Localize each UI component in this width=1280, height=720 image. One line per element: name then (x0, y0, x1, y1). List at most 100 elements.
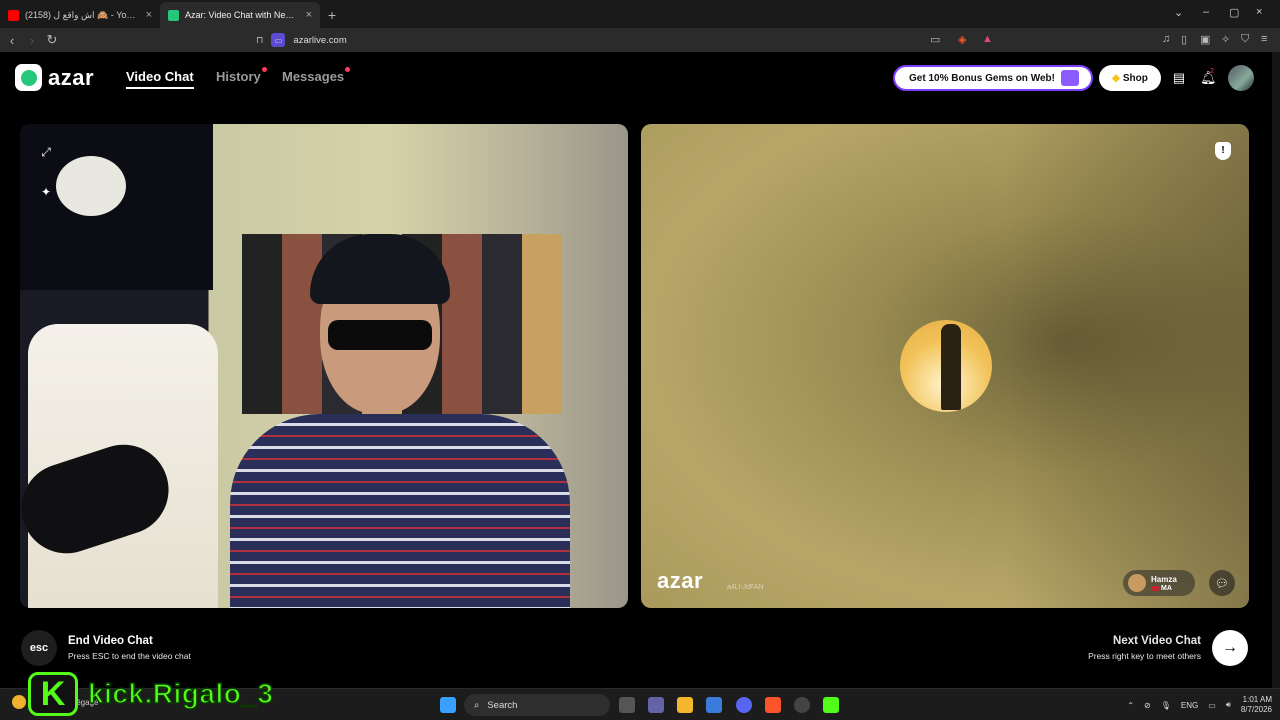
logo-text: azar (48, 64, 95, 90)
scrollbar[interactable] (1272, 52, 1280, 688)
end-chat-title: End Video Chat (68, 635, 153, 647)
cap (310, 234, 450, 304)
wallet-icon[interactable]: ▣ (1200, 33, 1210, 46)
nav-history[interactable]: History (216, 67, 267, 84)
url-field[interactable]: ⊓ ▭ azarlive.com (256, 30, 1000, 50)
arrow-right-icon: → (1222, 639, 1238, 656)
teams-icon[interactable] (648, 697, 664, 713)
shop-button[interactable]: ◆ Shop (1099, 65, 1161, 91)
next-chat-hint: Press right key to meet others (1088, 651, 1201, 661)
report-icon[interactable]: ! (1215, 142, 1231, 160)
partner-video-panel: ! azar a4Ll-JdFAN Hamza MA 💬︎ (641, 124, 1249, 608)
new-tab-button[interactable]: + (320, 2, 344, 28)
media-icon[interactable]: ♫ (1162, 33, 1170, 45)
address-bar: ‹ › ↻ ⊓ ▭ azarlive.com ▭ ◈ ▲ ♫ ▯ ▣ ✧ ⛉ ≡ (0, 28, 1280, 52)
tab-title: Azar: Video Chat with New People (185, 10, 300, 20)
back-icon[interactable]: ‹ (2, 33, 22, 48)
magic-wand-icon[interactable]: ✦ (38, 184, 54, 200)
bell-icon[interactable]: 🔔︎ 2 (1200, 68, 1217, 86)
kick-handle: kick.Rigalo_3 (87, 677, 274, 710)
bonus-gems-button[interactable]: Get 10% Bonus Gems on Web! (893, 65, 1093, 91)
notification-count: 2 (1210, 68, 1214, 75)
clock[interactable]: 1:01 AM 8/7/2026 (1241, 695, 1272, 715)
network-off-icon[interactable]: ⊘ (1144, 701, 1151, 710)
discord-icon[interactable] (736, 697, 752, 713)
sunglasses (328, 320, 432, 350)
tab-azar[interactable]: Azar: Video Chat with New People × (160, 2, 320, 28)
bookmark-icon[interactable]: ⊓ (256, 35, 263, 46)
azar-favicon-icon (168, 9, 179, 21)
maximize-icon[interactable]: ▢ (1229, 6, 1239, 19)
system-tray: ⌃ ⊘ 🎙︎ ENG ▭ 🔊︎ 1:01 AM 8/7/2026 (1127, 695, 1272, 715)
close-icon[interactable]: × (146, 9, 152, 21)
self-video-panel: ⤢ ✦ (20, 124, 628, 608)
kick-overlay: K kick.Rigalo_3 (28, 672, 274, 716)
nav-video-chat[interactable]: Video Chat (126, 69, 194, 89)
menu-icon[interactable]: ≡ (1261, 33, 1267, 45)
close-icon[interactable]: × (306, 9, 312, 21)
torso (230, 414, 570, 608)
tab-title: (2158) اش واقع ل 🙈 - YouTube llow (25, 9, 140, 20)
moon-icon (12, 695, 26, 709)
bonus-label: Get 10% Bonus Gems on Web! (909, 72, 1055, 84)
gift-icon (1061, 70, 1079, 86)
leo-ai-icon[interactable]: ✧ (1221, 33, 1230, 46)
self-person (210, 224, 580, 608)
kick-app-icon[interactable] (823, 697, 839, 713)
brave-icon[interactable] (765, 697, 781, 713)
silhouette-graphic (941, 324, 961, 410)
avatar[interactable] (1228, 65, 1254, 91)
file-explorer-icon[interactable] (677, 697, 693, 713)
shop-label: Shop (1122, 72, 1148, 84)
cast-icon[interactable]: ▭ (930, 33, 940, 46)
tab-youtube[interactable]: (2158) اش واقع ل 🙈 - YouTube llow × (0, 2, 160, 28)
next-chat-title: Next Video Chat (1113, 635, 1201, 647)
chat-icon[interactable]: 💬︎ (1209, 570, 1235, 596)
kick-logo-icon: K (28, 672, 78, 716)
site-info-icon[interactable]: ▭ (271, 33, 286, 47)
vpn-icon[interactable]: ⛉ (1241, 33, 1249, 46)
gem-icon: ◆ (1112, 72, 1120, 84)
forward-icon[interactable]: › (22, 33, 42, 48)
url-text: azarlive.com (293, 34, 347, 46)
site-header: azar Video Chat History Messages Get 10%… (0, 52, 1272, 106)
minimize-icon[interactable]: – (1203, 6, 1209, 18)
notification-dot (345, 67, 351, 72)
end-chat-button[interactable]: esc (21, 630, 57, 666)
chevron-up-icon[interactable]: ⌃ (1127, 701, 1134, 710)
nav-messages[interactable]: Messages (282, 67, 351, 84)
app-icon[interactable] (794, 697, 810, 713)
brave-rewards-icon[interactable]: ▲ (982, 33, 993, 45)
inbox-icon[interactable]: ▤ (1171, 70, 1187, 86)
end-chat-hint: Press ESC to end the video chat (68, 651, 191, 661)
language-indicator[interactable]: ENG (1181, 701, 1198, 710)
volume-icon[interactable]: 🔊︎ (1226, 700, 1231, 710)
store-icon[interactable] (706, 697, 722, 713)
partner-avatar (1128, 574, 1146, 592)
partner-name: Hamza (1151, 574, 1177, 584)
display-icon[interactable]: ▭ (1208, 701, 1216, 710)
partner-country: MA (1151, 585, 1177, 592)
notification-dot (261, 67, 267, 72)
start-icon[interactable] (440, 697, 456, 713)
tab-search-icon[interactable]: ⌄ (1174, 6, 1183, 19)
task-view-icon[interactable] (619, 697, 635, 713)
search-placeholder: Search (487, 699, 518, 711)
sidebar-icon[interactable]: ▯ (1181, 33, 1187, 46)
reload-icon[interactable]: ↻ (42, 32, 62, 48)
time: 1:01 AM (1242, 695, 1272, 704)
next-chat-button[interactable]: → (1212, 630, 1248, 666)
expand-icon[interactable]: ⤢ (38, 144, 54, 160)
partner-profile-pill[interactable]: Hamza MA (1123, 570, 1195, 596)
window-close-icon[interactable]: × (1256, 6, 1262, 18)
watermark-id: a4Ll-JdFAN (727, 584, 764, 591)
taskbar-search[interactable]: ⌕ Search (464, 694, 610, 716)
brave-shields-icon[interactable]: ◈ (958, 33, 966, 46)
microphone-icon[interactable]: 🎙︎ (1161, 701, 1171, 710)
azar-logo-icon (15, 64, 42, 91)
flag-icon (1151, 585, 1159, 591)
nav-messages-label: Messages (282, 69, 345, 84)
azar-logo[interactable]: azar (15, 64, 94, 91)
youtube-icon (8, 9, 19, 21)
date: 8/7/2026 (1240, 705, 1272, 714)
